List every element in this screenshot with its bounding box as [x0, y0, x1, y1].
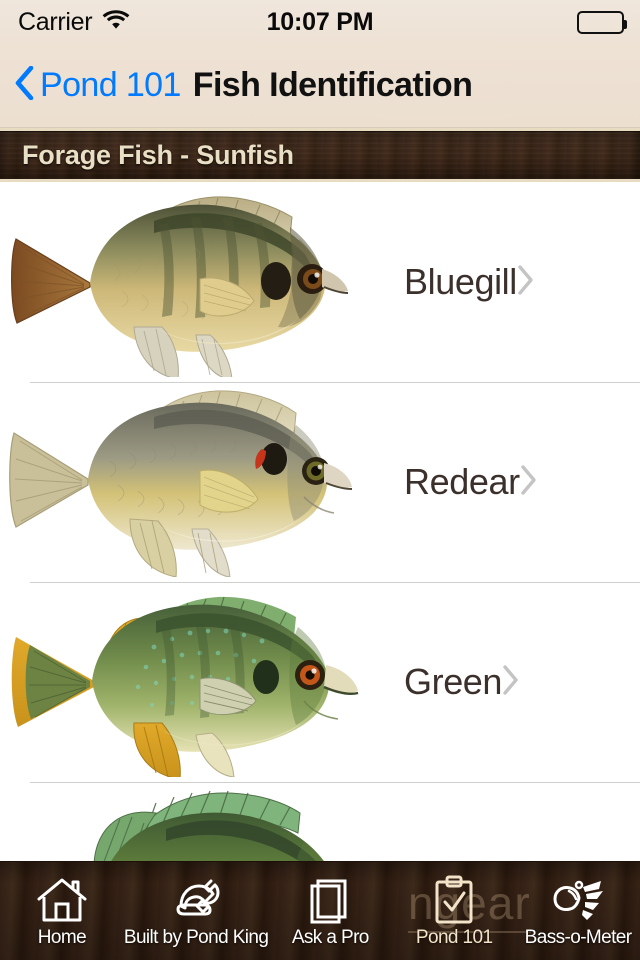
tab-bass-o-meter-label: Bass-o-Meter	[524, 926, 632, 948]
tab-home[interactable]: Home	[0, 862, 124, 960]
list-item-label: Redear	[404, 461, 520, 502]
navigation-bar: Pond 101 Fish Identification	[0, 44, 640, 128]
tab-home-label: Home	[37, 926, 87, 948]
tab-ask-a-pro-label: Ask a Pro	[291, 926, 370, 948]
list-item[interactable]: Redear	[0, 382, 640, 582]
list-item[interactable]: Green	[0, 582, 640, 782]
row-content: Bluegill	[404, 261, 640, 303]
tab-pond-101[interactable]: Pond 101	[392, 862, 516, 960]
tab-ask-a-pro[interactable]: Ask a Pro	[268, 862, 392, 960]
section-header: Forage Fish - Sunfish	[0, 128, 640, 182]
list-item[interactable]	[0, 782, 640, 861]
tab-built-by-pond-king-label: Built by Pond King	[123, 926, 269, 948]
tab-built-by-pond-king[interactable]: Built by Pond King	[123, 862, 269, 960]
battery-full-icon	[577, 10, 627, 34]
redear-sunfish-illustration	[4, 387, 404, 577]
app-screen: Carrier 10:07 PM Pond 101 Fish Identific…	[0, 0, 640, 960]
house-icon	[36, 875, 88, 925]
documents-icon	[306, 875, 354, 925]
fish-list[interactable]: Bluegill Redear Green	[0, 182, 640, 861]
green-sunfish-illustration	[4, 587, 404, 777]
longear-sunfish-illustration	[4, 787, 404, 861]
status-bar: Carrier 10:07 PM	[0, 0, 640, 44]
back-button-label: Pond 101	[40, 66, 181, 104]
bass-fish-icon	[549, 875, 607, 925]
chevron-right-icon	[520, 464, 538, 501]
list-item-label: Bluegill	[404, 261, 517, 302]
row-content: Green	[404, 661, 640, 703]
row-content: Redear	[404, 461, 640, 503]
list-item[interactable]: Bluegill	[0, 182, 640, 382]
tab-pond-101-label: Pond 101	[415, 926, 493, 948]
chevron-right-icon	[502, 664, 520, 701]
chevron-left-icon	[14, 65, 34, 105]
bluegill-illustration	[4, 187, 404, 377]
chevron-right-icon	[517, 264, 535, 301]
back-button[interactable]: Pond 101	[14, 65, 181, 105]
list-item-label: Green	[404, 661, 503, 702]
section-header-title: Forage Fish - Sunfish	[22, 139, 294, 170]
clipboard-check-icon	[432, 875, 476, 925]
hardhat-wrench-icon	[169, 875, 223, 925]
status-bar-time: 10:07 PM	[266, 7, 374, 36]
page-title: Fish Identification	[192, 66, 473, 104]
tab-bass-o-meter[interactable]: Bass-o-Meter	[516, 862, 640, 960]
tab-bar: ngear Home Built by Pond King Ask a Pro …	[0, 861, 640, 960]
status-bar-right	[577, 0, 627, 44]
